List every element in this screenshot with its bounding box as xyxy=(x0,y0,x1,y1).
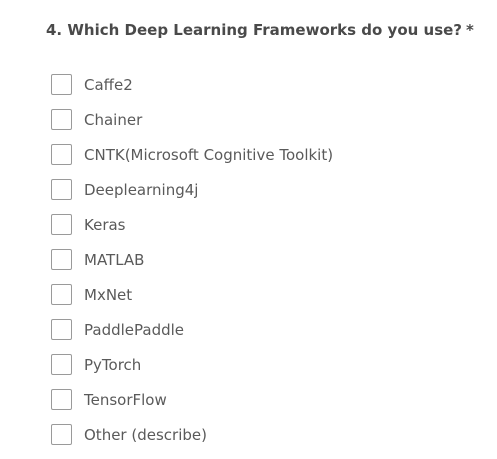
option-label: Keras xyxy=(84,215,126,234)
option-label: TensorFlow xyxy=(84,390,167,409)
option-chainer[interactable]: Chainer xyxy=(51,102,333,137)
option-label: MATLAB xyxy=(84,250,145,269)
checkbox[interactable] xyxy=(51,144,72,165)
option-label: Deeplearning4j xyxy=(84,180,199,199)
option-label: Other (describe) xyxy=(84,425,207,444)
checkbox[interactable] xyxy=(51,319,72,340)
checkbox[interactable] xyxy=(51,284,72,305)
option-mxnet[interactable]: MxNet xyxy=(51,277,333,312)
option-label: PyTorch xyxy=(84,355,142,374)
checkbox[interactable] xyxy=(51,389,72,410)
option-keras[interactable]: Keras xyxy=(51,207,333,242)
option-tensorflow[interactable]: TensorFlow xyxy=(51,382,333,417)
checkbox[interactable] xyxy=(51,109,72,130)
option-pytorch[interactable]: PyTorch xyxy=(51,347,333,382)
question-text: 4. Which Deep Learning Frameworks do you… xyxy=(46,21,463,39)
required-marker: * xyxy=(466,21,474,39)
option-label: CNTK(Microsoft Cognitive Toolkit) xyxy=(84,145,334,164)
option-matlab[interactable]: MATLAB xyxy=(51,242,333,277)
option-label: Chainer xyxy=(84,110,143,129)
checkbox[interactable] xyxy=(51,249,72,270)
checkbox[interactable] xyxy=(51,424,72,445)
checkbox[interactable] xyxy=(51,74,72,95)
option-label: PaddlePaddle xyxy=(84,320,185,339)
option-paddlepaddle[interactable]: PaddlePaddle xyxy=(51,312,333,347)
option-other[interactable]: Other (describe) xyxy=(51,417,333,452)
checkbox[interactable] xyxy=(51,354,72,375)
option-cntk[interactable]: CNTK(Microsoft Cognitive Toolkit) xyxy=(51,137,333,172)
checkbox[interactable] xyxy=(51,179,72,200)
option-caffe2[interactable]: Caffe2 xyxy=(51,67,333,102)
framework-options: Caffe2 Chainer CNTK(Microsoft Cognitive … xyxy=(51,67,333,452)
option-label: MxNet xyxy=(84,285,133,304)
question-title: 4. Which Deep Learning Frameworks do you… xyxy=(46,21,474,39)
option-deeplearning4j[interactable]: Deeplearning4j xyxy=(51,172,333,207)
option-label: Caffe2 xyxy=(84,75,133,94)
checkbox[interactable] xyxy=(51,214,72,235)
